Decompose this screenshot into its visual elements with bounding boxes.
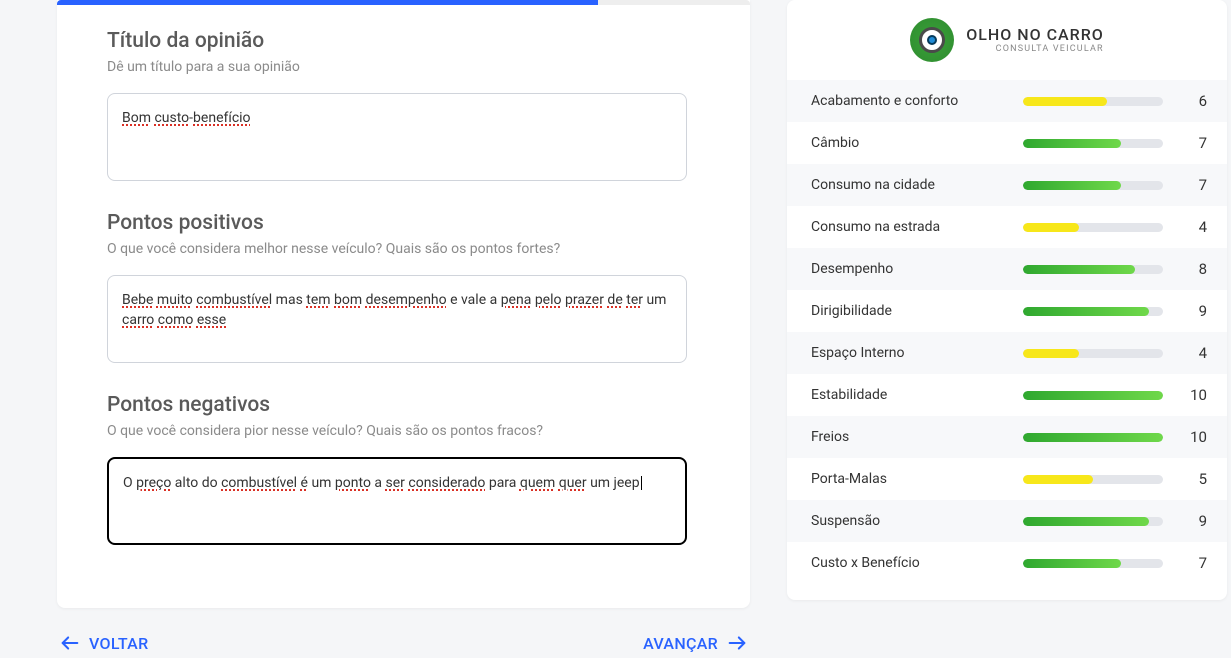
rating-row: Custo x Benefício 7 bbox=[787, 542, 1227, 584]
rating-bar bbox=[1023, 223, 1163, 232]
pros-section: Pontos positivos O que você considera me… bbox=[107, 211, 700, 363]
cons-heading: Pontos negativos bbox=[107, 393, 700, 417]
pros-input[interactable]: Bebe muito combustível mas tem bom desem… bbox=[107, 275, 687, 363]
form-body: Título da opinião Dê um título para a su… bbox=[57, 5, 750, 595]
back-button[interactable]: VOLTAR bbox=[59, 632, 148, 654]
rating-value: 10 bbox=[1183, 428, 1207, 446]
rating-bar bbox=[1023, 559, 1163, 568]
brand-line1: OLHO NO CARRO bbox=[966, 27, 1104, 43]
rating-value: 9 bbox=[1183, 302, 1207, 320]
ratings-card: OLHO NO CARRO CONSULTA VEICULAR Acabamen… bbox=[787, 0, 1227, 600]
cons-input[interactable]: O preço alto do combustível é um ponto a… bbox=[107, 457, 687, 545]
rating-row: Dirigibilidade 9 bbox=[787, 290, 1227, 332]
title-heading: Título da opinião bbox=[107, 29, 700, 53]
rating-label: Câmbio bbox=[811, 135, 1023, 151]
rating-value: 9 bbox=[1183, 512, 1207, 530]
rating-label: Consumo na estrada bbox=[811, 219, 1023, 235]
title-sub: Dê um título para a sua opinião bbox=[107, 59, 700, 75]
cons-section: Pontos negativos O que você considera pi… bbox=[107, 393, 700, 545]
next-button[interactable]: AVANÇAR bbox=[643, 632, 748, 654]
next-label: AVANÇAR bbox=[643, 634, 718, 653]
rating-row: Câmbio 7 bbox=[787, 122, 1227, 164]
rating-bar bbox=[1023, 349, 1163, 358]
rating-row: Suspensão 9 bbox=[787, 500, 1227, 542]
rating-bar bbox=[1023, 433, 1163, 442]
rating-row: Desempenho 8 bbox=[787, 248, 1227, 290]
arrow-left-icon bbox=[59, 632, 81, 654]
rating-label: Consumo na cidade bbox=[811, 177, 1023, 193]
rating-bar bbox=[1023, 391, 1163, 400]
arrow-right-icon bbox=[726, 632, 748, 654]
rating-value: 10 bbox=[1183, 386, 1207, 404]
rating-bar bbox=[1023, 181, 1163, 190]
rating-value: 4 bbox=[1183, 344, 1207, 362]
rating-value: 4 bbox=[1183, 218, 1207, 236]
title-section: Título da opinião Dê um título para a su… bbox=[107, 29, 700, 181]
rating-label: Suspensão bbox=[811, 513, 1023, 529]
brand-logo-block: OLHO NO CARRO CONSULTA VEICULAR bbox=[787, 18, 1227, 74]
rating-row: Freios 10 bbox=[787, 416, 1227, 458]
rating-label: Espaço Interno bbox=[811, 345, 1023, 361]
rating-row: Acabamento e conforto 6 bbox=[787, 80, 1227, 122]
nav-row: VOLTAR AVANÇAR bbox=[57, 620, 750, 654]
rating-row: Porta-Malas 5 bbox=[787, 458, 1227, 500]
back-label: VOLTAR bbox=[89, 634, 148, 653]
rating-bar bbox=[1023, 265, 1163, 274]
eye-logo-icon bbox=[910, 18, 954, 62]
rating-row: Estabilidade 10 bbox=[787, 374, 1227, 416]
rating-row: Consumo na cidade 7 bbox=[787, 164, 1227, 206]
rating-bar bbox=[1023, 139, 1163, 148]
cons-sub: O que você considera pior nesse veículo?… bbox=[107, 423, 700, 439]
opinion-form-card: Título da opinião Dê um título para a su… bbox=[57, 0, 750, 608]
rating-label: Dirigibilidade bbox=[811, 303, 1023, 319]
rating-bar bbox=[1023, 517, 1163, 526]
title-input[interactable]: Bom custo-benefício bbox=[107, 93, 687, 181]
rating-label: Freios bbox=[811, 429, 1023, 445]
pros-heading: Pontos positivos bbox=[107, 211, 700, 235]
rating-row: Espaço Interno 4 bbox=[787, 332, 1227, 374]
rating-bar bbox=[1023, 307, 1163, 316]
rating-list: Acabamento e conforto6Câmbio7Consumo na … bbox=[787, 80, 1227, 584]
rating-label: Acabamento e conforto bbox=[811, 93, 1023, 109]
rating-value: 7 bbox=[1183, 176, 1207, 194]
rating-value: 6 bbox=[1183, 92, 1207, 110]
rating-bar bbox=[1023, 97, 1163, 106]
pros-sub: O que você considera melhor nesse veícul… bbox=[107, 241, 700, 257]
rating-label: Estabilidade bbox=[811, 387, 1023, 403]
rating-label: Desempenho bbox=[811, 261, 1023, 277]
rating-value: 7 bbox=[1183, 134, 1207, 152]
rating-bar bbox=[1023, 475, 1163, 484]
rating-value: 5 bbox=[1183, 470, 1207, 488]
brand-line2: CONSULTA VEICULAR bbox=[966, 45, 1104, 54]
rating-value: 8 bbox=[1183, 260, 1207, 278]
rating-label: Porta-Malas bbox=[811, 471, 1023, 487]
rating-value: 7 bbox=[1183, 554, 1207, 572]
rating-label: Custo x Benefício bbox=[811, 555, 1023, 571]
brand-text: OLHO NO CARRO CONSULTA VEICULAR bbox=[966, 27, 1104, 54]
rating-row: Consumo na estrada 4 bbox=[787, 206, 1227, 248]
